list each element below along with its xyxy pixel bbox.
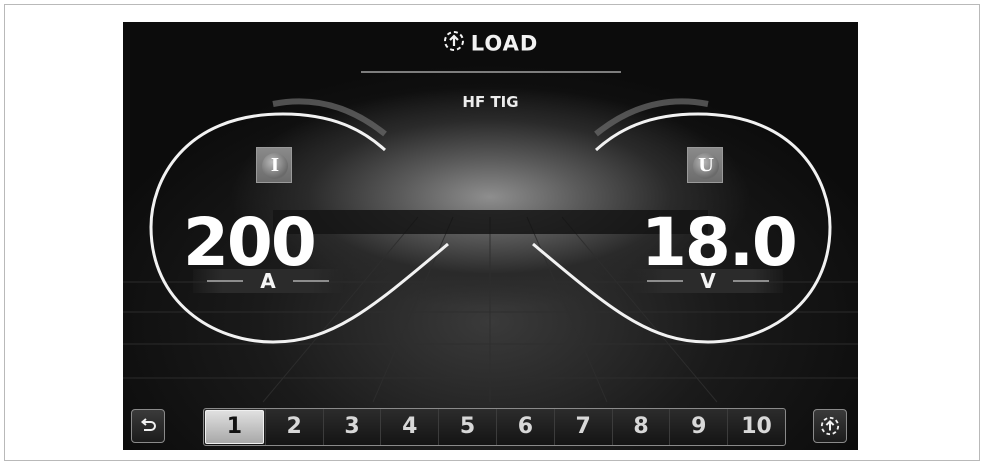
memory-slot-9[interactable]: 9 <box>669 409 727 445</box>
welding-mode: HF TIG <box>462 93 519 111</box>
current-symbol: I <box>262 153 288 179</box>
header: LOAD <box>123 30 858 57</box>
memory-slot-7[interactable]: 7 <box>553 409 612 445</box>
memory-slots: 1 2 3 4 5 6 7 8 9 10 <box>203 408 786 446</box>
memory-slot-10[interactable]: 10 <box>727 409 785 445</box>
current-unit-bar: A <box>193 269 343 293</box>
back-arrow-icon <box>140 418 156 431</box>
voltage-symbol: U <box>693 153 719 179</box>
load-button[interactable] <box>813 409 847 443</box>
voltage-unit: V <box>700 269 716 293</box>
welder-display: LOAD HF TIG I U 200 18.0 A V 1 2 3 4 5 6… <box>123 22 858 450</box>
load-icon <box>820 416 840 436</box>
memory-slot-2[interactable]: 2 <box>264 409 323 445</box>
voltage-value[interactable]: 18.0 <box>641 210 798 276</box>
voltage-unit-bar: V <box>633 269 783 293</box>
current-value[interactable]: 200 <box>183 210 317 276</box>
memory-slot-6[interactable]: 6 <box>495 409 554 445</box>
voltage-badge[interactable]: U <box>687 147 723 183</box>
current-badge[interactable]: I <box>256 147 292 183</box>
memory-slot-1[interactable]: 1 <box>205 410 264 444</box>
load-icon <box>443 30 465 57</box>
current-unit: A <box>260 269 276 293</box>
header-title: LOAD <box>470 31 539 56</box>
memory-slot-5[interactable]: 5 <box>438 409 496 445</box>
memory-slot-4[interactable]: 4 <box>380 409 438 445</box>
memory-slot-3[interactable]: 3 <box>322 409 381 445</box>
back-button[interactable] <box>131 409 165 443</box>
memory-slot-8[interactable]: 8 <box>611 409 670 445</box>
